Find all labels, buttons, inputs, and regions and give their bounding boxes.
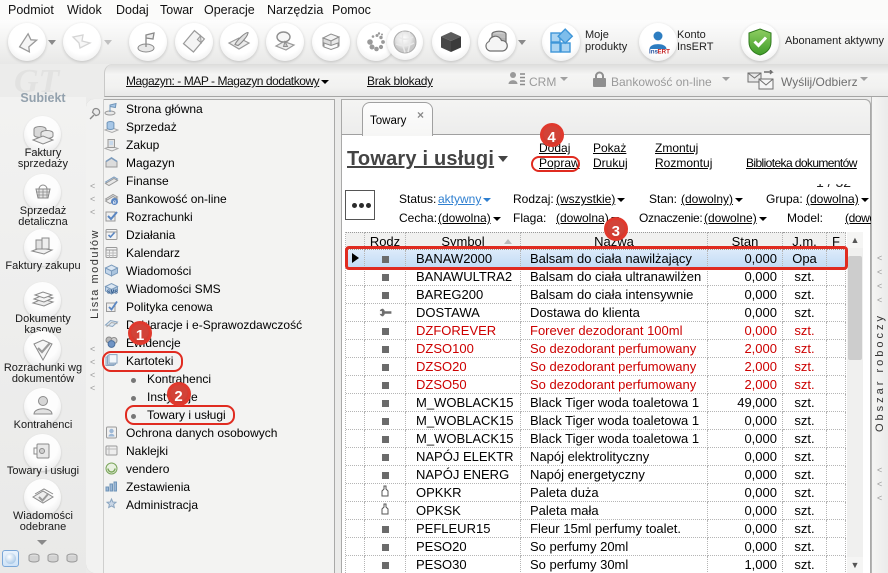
svg-text:ERT: ERT: [658, 49, 671, 56]
svg-text:e: e: [113, 199, 117, 206]
svg-text:SMS: SMS: [107, 289, 119, 295]
